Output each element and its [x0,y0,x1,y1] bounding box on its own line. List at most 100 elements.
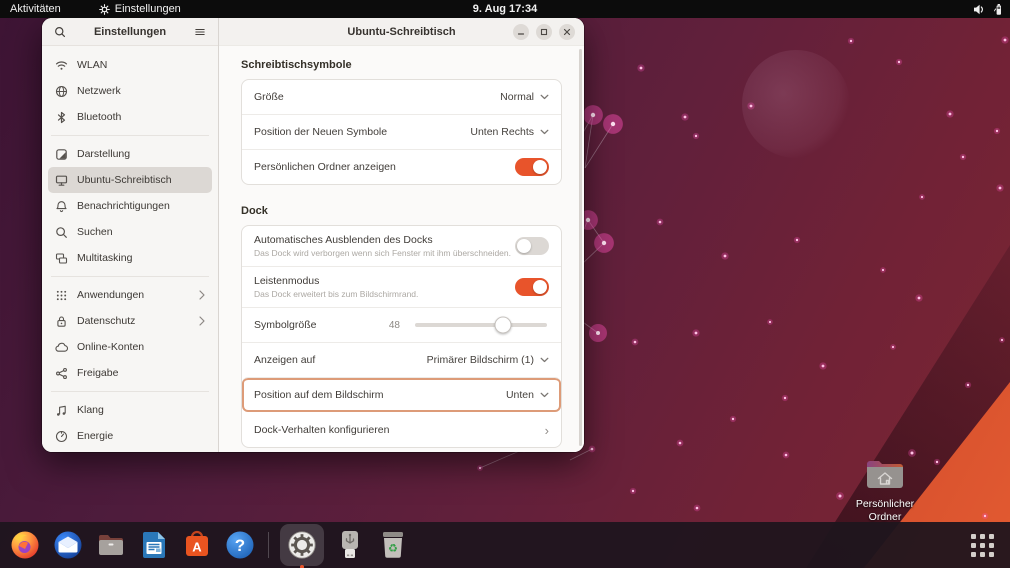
clock-menu[interactable]: 9. Aug 17:34 [467,0,543,18]
share-icon [56,367,67,379]
sidebar-item-label: Bluetooth [77,111,122,123]
desktop-icons-card: Größe Normal Position der Neuen Symbole … [241,79,562,185]
trash-icon: ♻ [383,532,403,558]
power-icon [55,430,68,442]
sidebar-item-label: Energie [77,430,114,442]
sidebar-item-label: Darstellung [77,148,131,160]
dock-help-button[interactable]: ? [223,527,257,563]
battery-icon [994,3,1001,15]
row-configure-dock-behavior[interactable]: Dock-Verhalten konfigurieren › [242,412,561,447]
sidebar-item-bluetooth[interactable]: Bluetooth [48,104,212,130]
maximize-button[interactable] [536,23,552,40]
folder-home-icon [867,461,903,488]
dock-usb-drive-button[interactable] [333,527,367,563]
thunderbird-icon [54,531,82,559]
show-on-display-dropdown-value: Primärer Bildschirm (1) [426,354,534,366]
maximize-icon [540,28,548,35]
multitasking-icon [55,252,68,264]
row-auto-hide-dock[interactable]: Automatisches Ausblenden des Docks Das D… [242,226,561,266]
sidebar-item-netzwerk[interactable]: Netzwerk [48,78,212,104]
chevron-down-icon [540,129,549,135]
activities-button[interactable]: Aktivitäten [0,0,71,18]
minimize-icon [517,32,525,35]
dock-trash-button[interactable]: ♻ [376,527,410,563]
dock-files-button[interactable] [94,527,128,563]
libreoffice-writer-icon [143,532,165,558]
scrollbar[interactable] [579,49,582,446]
panel-mode-toggle[interactable] [515,278,549,296]
sidebar-item-label: Ubuntu-Schreibtisch [77,174,172,186]
svg-text:♻: ♻ [388,542,398,555]
row-new-icons-position[interactable]: Position der Neuen Symbole Unten Rechts [242,114,561,149]
ubuntu-software-icon: A [186,530,208,556]
sidebar-item-darstellung[interactable]: Darstellung [48,141,212,167]
sidebar-item-benachrichtigungen[interactable]: Benachrichtigungen [48,193,212,219]
close-button[interactable] [559,23,575,40]
globe-icon [55,85,68,97]
sidebar-item-label: Suchen [77,226,113,238]
show-home-folder-toggle[interactable] [515,158,549,176]
row-icon-size[interactable]: Symbolgröße 48 [242,307,561,342]
position-on-screen-dropdown-value: Unten [505,389,534,401]
focused-app-label: Einstellungen [114,3,181,15]
sidebar-item-suchen[interactable]: Suchen [48,219,212,245]
svg-text:?: ? [235,536,245,555]
lock-icon [57,315,66,327]
icon-size-slider[interactable] [415,316,547,334]
sidebar-item-multitasking[interactable]: Multitasking [48,245,212,271]
sidebar-item-label: Multitasking [77,252,133,264]
bell-icon [56,200,67,212]
sidebar-item-wlan[interactable]: WLAN [48,52,212,78]
sidebar-item-energie[interactable]: Energie [48,423,212,449]
firefox-icon [11,531,39,559]
sidebar-item-freigabe[interactable]: Freigabe [48,360,212,386]
row-panel-mode[interactable]: Leistenmodus Das Dock erweitert bis zum … [242,266,561,307]
dock-ubuntu-software-button[interactable]: A [180,527,214,563]
usb-drive-icon [342,531,358,558]
icon-size-value: 48 [388,319,400,331]
dock-settings-button[interactable] [280,524,324,568]
sidebar-item-online-konten[interactable]: Online-Konten [48,334,212,360]
search-icon [55,26,66,37]
sidebar-nav: WLAN Netzwerk Bluetooth Darstellung Ubun… [42,46,218,452]
chevron-right-icon [199,290,205,300]
desktop: Persönlicher Ordner Aktivitäten Einstell… [0,0,1010,568]
new-icons-position-dropdown-value: Unten Rechts [470,126,534,138]
section-title-desktop-icons: Schreibtischsymbole [241,59,352,71]
sidebar-item-klang[interactable]: Klang [48,397,212,423]
svg-text:A: A [192,540,202,555]
show-applications-button[interactable] [965,528,1000,563]
main-headerbar[interactable]: Ubuntu-Schreibtisch [219,18,584,46]
row-show-home-folder[interactable]: Persönlichen Ordner anzeigen [242,149,561,184]
dock: A ? ♻ [0,522,1010,568]
dock-thunderbird-button[interactable] [51,527,85,563]
search-button[interactable] [50,22,70,42]
sidebar-item-ubuntu-schreibtisch[interactable]: Ubuntu-Schreibtisch [48,167,212,193]
row-position-on-screen[interactable]: Position auf dem Bildschirm Unten [242,377,561,412]
row-size[interactable]: Größe Normal [242,80,561,114]
focused-app-menu[interactable]: Einstellungen [98,3,181,15]
system-status-area[interactable] [973,0,1004,18]
sidebar-item-label: Online-Konten [77,341,145,353]
primary-menu-button[interactable] [190,22,210,42]
auto-hide-dock-toggle[interactable] [515,237,549,255]
chevron-right-icon: › [544,422,549,438]
sidebar-item-anwendungen[interactable]: Anwendungen [48,282,212,308]
window-controls [513,18,575,45]
sidebar-item-label: Freigabe [77,367,119,379]
sidebar-item-datenschutz[interactable]: Datenschutz [48,308,212,334]
cloud-icon [55,342,68,352]
dock-firefox-button[interactable] [8,527,42,563]
files-icon [99,535,123,555]
sidebar-item-label: Anwendungen [77,289,145,301]
section-title-dock: Dock [241,205,268,217]
window-title: Ubuntu-Schreibtisch [347,25,456,38]
hamburger-menu-icon [195,28,205,35]
minimize-button[interactable] [513,23,529,40]
chevron-right-icon [199,316,205,326]
home-folder-desktop-icon[interactable]: Persönlicher Ordner [851,459,919,523]
dock-libreoffice-writer-button[interactable] [137,527,171,563]
settings-gear-icon [288,531,316,559]
row-show-on-display[interactable]: Anzeigen auf Primärer Bildschirm (1) [242,342,561,377]
icon-size-slider-handle[interactable] [494,316,512,334]
